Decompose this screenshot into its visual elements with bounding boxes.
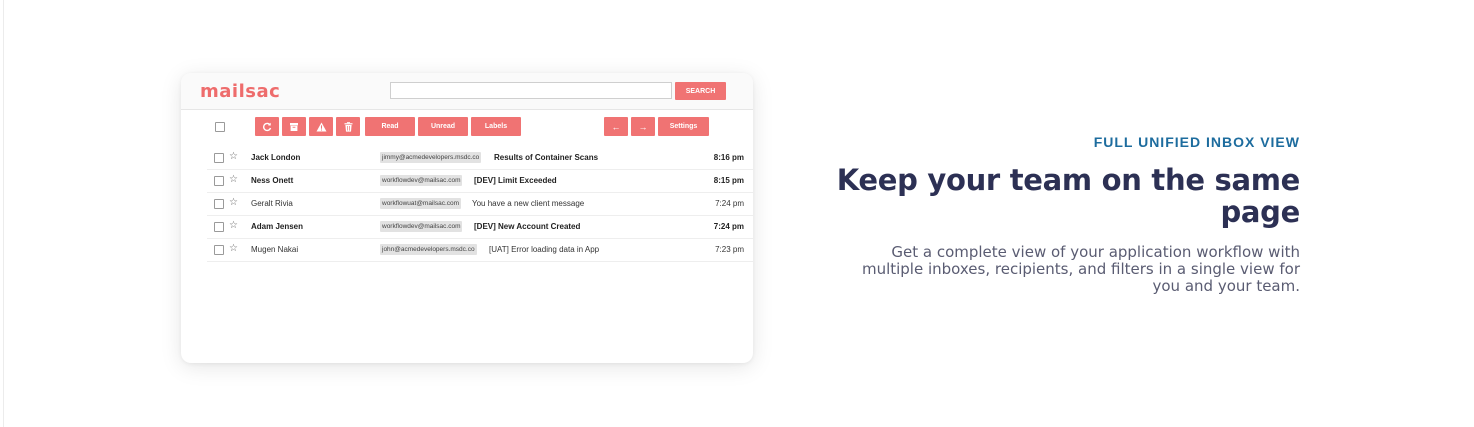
row-checkbox[interactable] (214, 199, 224, 209)
select-all-checkbox[interactable] (215, 122, 225, 132)
settings-button[interactable]: Settings (658, 117, 709, 136)
message-sender: Mugen Nakai (251, 245, 299, 254)
row-checkbox[interactable] (214, 153, 224, 163)
archive-icon (290, 122, 298, 131)
message-subject: Results of Container Scans (494, 153, 599, 162)
feature-description: Get a complete view of your application … (861, 243, 1300, 295)
message-row[interactable]: ☆ Adam Jensen workflowdev@mailsac.com [D… (207, 215, 753, 239)
search-input[interactable] (390, 82, 672, 99)
message-sender: Geralt Rivia (251, 199, 293, 208)
search-button[interactable]: SEARCH (675, 82, 726, 100)
mark-read-button[interactable]: Read (365, 117, 415, 136)
message-row[interactable]: ☆ Geralt Rivia workflowuat@mailsac.com Y… (207, 192, 753, 216)
inbox-preview-card: mailsac SEARCH Read Unread Labels ← → Se… (181, 73, 753, 363)
star-icon[interactable]: ☆ (229, 243, 238, 255)
previous-page-button[interactable]: ← (604, 117, 628, 136)
archive-button[interactable] (282, 117, 306, 136)
message-time: 7:24 pm (713, 222, 744, 231)
app-header: mailsac SEARCH (181, 73, 753, 110)
message-subject: [UAT] Error loading data in App (489, 245, 600, 254)
refresh-button[interactable] (255, 117, 279, 136)
message-subject: [DEV] New Account Created (474, 222, 581, 231)
trash-icon (344, 121, 352, 132)
mailsac-logo: mailsac (200, 81, 281, 102)
star-icon[interactable]: ☆ (229, 174, 238, 186)
row-checkbox[interactable] (214, 245, 224, 255)
row-checkbox[interactable] (214, 222, 224, 232)
message-row[interactable]: ☆ Ness Onett workflowdev@mailsac.com [DE… (207, 169, 753, 193)
message-time: 7:24 pm (715, 199, 744, 208)
mark-unread-button[interactable]: Unread (418, 117, 468, 136)
inbox-toolbar: Read Unread Labels ← → Settings (181, 117, 753, 137)
message-time: 8:16 pm (713, 153, 744, 162)
message-time: 7:23 pm (715, 245, 744, 254)
message-sender: Jack London (251, 153, 301, 162)
message-subject: [DEV] Limit Exceeded (474, 176, 557, 185)
spam-button[interactable] (309, 117, 333, 136)
feature-headline: Keep your team on the same page (836, 163, 1301, 229)
recipient-address-badge: john@acmedevelopers.msdc.co (380, 244, 477, 255)
labels-button[interactable]: Labels (471, 117, 521, 136)
message-row[interactable]: ☆ Jack London jimmy@acmedevelopers.msdc.… (207, 146, 753, 170)
recipient-address-badge: jimmy@acmedevelopers.msdc.co (380, 152, 482, 163)
feature-eyebrow: FULL UNIFIED INBOX VIEW (1093, 134, 1300, 150)
message-sender: Adam Jensen (251, 222, 304, 231)
refresh-icon (262, 122, 272, 131)
message-time: 8:15 pm (713, 176, 744, 185)
next-page-button[interactable]: → (631, 117, 655, 136)
delete-button[interactable] (336, 117, 360, 136)
star-icon[interactable]: ☆ (229, 197, 238, 209)
message-subject: You have a new client message (472, 199, 585, 208)
star-icon[interactable]: ☆ (229, 220, 238, 232)
star-icon[interactable]: ☆ (229, 151, 238, 163)
page-left-border (3, 0, 4, 427)
recipient-address-badge: workflowdev@mailsac.com (380, 221, 463, 232)
message-sender: Ness Onett (251, 176, 294, 185)
row-checkbox[interactable] (214, 176, 224, 186)
recipient-address-badge: workflowdev@mailsac.com (380, 175, 463, 186)
warning-icon (316, 122, 326, 131)
message-row[interactable]: ☆ Mugen Nakai john@acmedevelopers.msdc.c… (207, 238, 753, 262)
recipient-address-badge: workflowuat@mailsac.com (380, 198, 462, 209)
